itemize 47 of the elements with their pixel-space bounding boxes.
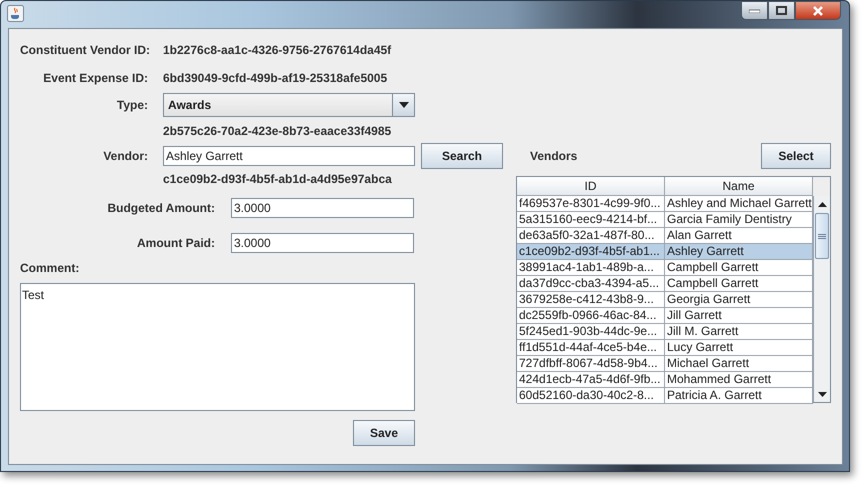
field-label: Event Expense ID: (42, 70, 148, 87)
field-label: Type: (116, 97, 148, 114)
search-button[interactable]: Search (421, 143, 503, 169)
field-label: Constituent Vendor ID: (20, 42, 148, 59)
id-value: 2b575c26-70a2-423e-8b73-eaace33f4985 (163, 123, 392, 140)
comment-field[interactable]: Test (20, 283, 415, 411)
scroll-thumb[interactable] (815, 213, 829, 259)
close-button[interactable] (795, 1, 841, 20)
table-row[interactable]: f469537e-8301-4c99-9f0... Ashley and Michael Garrett (517, 196, 814, 212)
field-label: Budgeted Amount: (106, 200, 215, 217)
id-value: 1b2276c8-aa1c-4326-9756-2767614da45f (163, 42, 392, 59)
scrollbar[interactable] (813, 196, 830, 402)
scroll-down-icon[interactable] (818, 392, 827, 396)
maximize-button[interactable] (768, 1, 795, 20)
field-label: Amount Paid: (136, 235, 215, 252)
amount-field[interactable]: 3.0000 (231, 233, 414, 253)
comment-label: Comment: (20, 260, 80, 277)
minimize-icon (749, 8, 760, 12)
table-row[interactable]: 3679258e-c412-43b8-9... Georgia Garrett (517, 292, 814, 308)
section-title: Vendors (530, 148, 578, 165)
select-button[interactable]: Select (761, 143, 831, 169)
table-row[interactable]: 5a315160-eec9-4214-bf... Garcia Family Dentistry (517, 212, 814, 228)
minimize-button[interactable] (741, 1, 768, 20)
table-row[interactable]: ff1d551d-44af-4ce5-b4e... Lucy Garrett (517, 340, 814, 356)
column-header[interactable]: ID (517, 177, 665, 195)
table-row[interactable]: 424d1ecb-47a5-4d6f-9fb... Mohammed Garrett (517, 372, 814, 388)
table-row[interactable]: c1ce09b2-d93f-4b5f-ab1... Ashley Garrett (517, 244, 814, 260)
table-row[interactable]: 727dfbff-8067-4d58-9b4... Michael Garrett (517, 356, 814, 372)
save-button[interactable]: Save (353, 420, 415, 446)
type-dropdown[interactable]: Awards (163, 93, 415, 117)
id-value: 6bd39049-9cfd-499b-af19-25318afe5005 (163, 70, 388, 87)
id-value: c1ce09b2-d93f-4b5f-ab1d-a4d95e97abca (163, 171, 392, 188)
table-row[interactable]: 5f245ed1-903b-44dc-9e... Jill M. Garrett (517, 324, 814, 340)
table-row[interactable]: 60d52160-da30-40c2-8... Patricia A. Garrett (517, 388, 814, 404)
table-row[interactable]: de63a5f0-32a1-487f-80... Alan Garrett (517, 228, 814, 244)
dropdown-arrow-icon (398, 102, 408, 108)
vendor-field[interactable]: Ashley Garrett (163, 146, 415, 166)
cup-icon[interactable] (7, 5, 24, 22)
close-icon (812, 6, 824, 16)
column-header[interactable]: Name (665, 177, 813, 195)
table-row[interactable]: dc2559fb-0966-46ac-84... Jill Garrett (517, 308, 814, 324)
table-row[interactable]: da37d9cc-cba3-4394-a5... Campbell Garrett (517, 276, 814, 292)
amount-field[interactable]: 3.0000 (231, 198, 414, 218)
maximize-icon (776, 6, 787, 15)
table-row[interactable]: 38991ac4-1ab1-489b-a... Campbell Garrett (517, 260, 814, 276)
field-label: Vendor: (102, 148, 148, 165)
scroll-up-icon[interactable] (818, 202, 827, 206)
